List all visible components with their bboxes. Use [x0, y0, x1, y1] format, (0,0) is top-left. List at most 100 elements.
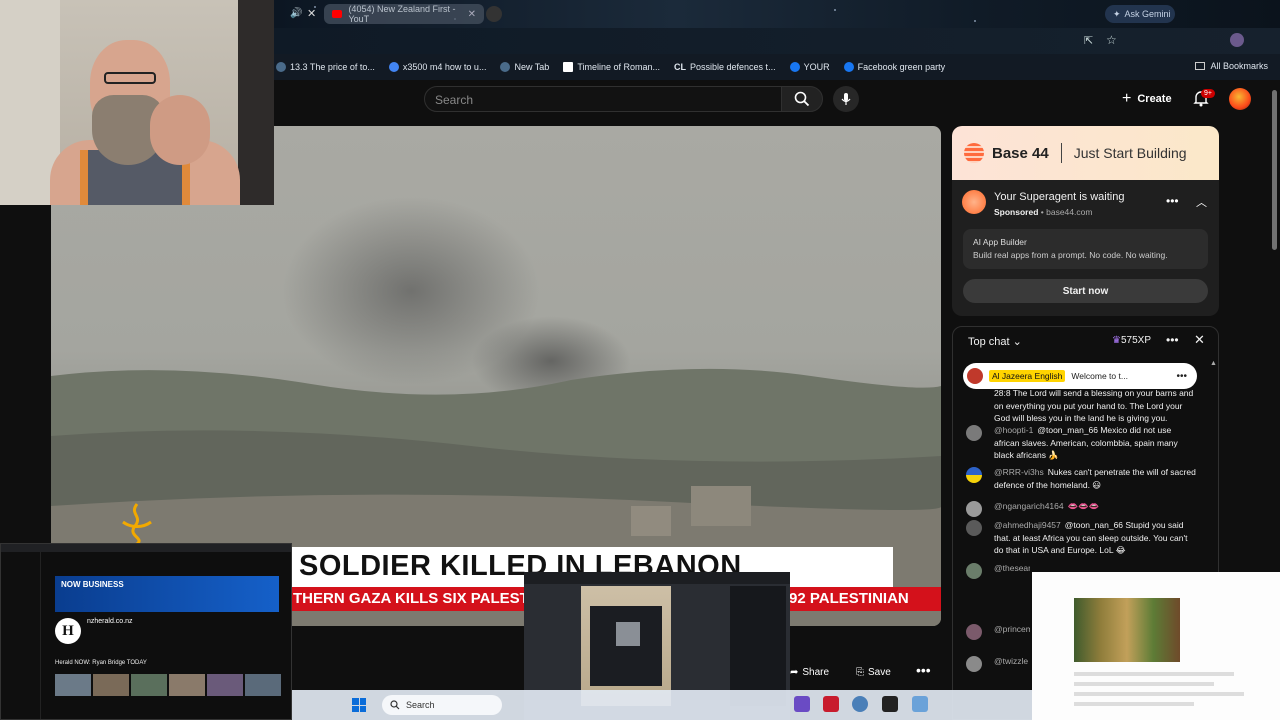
person-glasses: [104, 72, 156, 84]
install-app-icon[interactable]: ⇱: [1084, 34, 1093, 47]
bookmark-item[interactable]: Facebook green party: [843, 62, 945, 72]
webcam-overlay: [0, 0, 274, 205]
chat-mode-dropdown[interactable]: Top chat ⌄: [968, 335, 1022, 348]
bookmark-item[interactable]: Timeline of Roman...: [563, 62, 660, 72]
ad-more-icon[interactable]: •••: [1166, 194, 1179, 208]
video-thumbnail[interactable]: [169, 674, 205, 696]
settings-gear-icon[interactable]: [852, 696, 868, 712]
chat-author[interactable]: @ngangarich4164: [994, 501, 1064, 511]
ad-box-title: AI App Builder: [973, 237, 1027, 247]
more-actions-icon[interactable]: •••: [916, 662, 940, 682]
tab-close-icon[interactable]: ✕: [468, 9, 476, 20]
all-bookmarks-button[interactable]: All Bookmarks: [1195, 61, 1268, 71]
chat-author[interactable]: @twizzle: [994, 656, 1028, 666]
nzherald-window[interactable]: NOW BUSINESS H nzherald.co.nz Herald NOW…: [0, 543, 292, 720]
bookmark-item[interactable]: x3500 m4 how to u...: [388, 62, 486, 72]
video-thumbnail[interactable]: [131, 674, 167, 696]
search-icon: [390, 700, 400, 710]
base44-logo-icon: [964, 143, 984, 163]
collapse-chevron-icon[interactable]: ︿: [1196, 194, 1207, 210]
ad-banner[interactable]: Base 44 Just Start Building: [952, 126, 1219, 180]
ad-box-description: Build real apps from a prompt. No code. …: [973, 250, 1168, 260]
app-icon[interactable]: [794, 696, 810, 712]
ad-description-box: AI App Builder Build real apps from a pr…: [963, 229, 1208, 269]
cpu-socket: [616, 622, 640, 646]
chat-message: @princem: [966, 623, 1030, 640]
cl-icon: CL: [674, 62, 687, 72]
chat-avatar: [966, 467, 982, 483]
all-bookmarks-label: All Bookmarks: [1210, 61, 1268, 71]
chat-avatar: [966, 656, 982, 672]
ticker-text: THERN GAZA KILLS SIX PALESTI: [293, 590, 534, 607]
chat-author[interactable]: @theseam: [994, 563, 1030, 573]
ad-sponsored-line: Sponsored • base44.com: [994, 207, 1093, 217]
video-thumbnail[interactable]: [207, 674, 243, 696]
new-tab-button[interactable]: [486, 6, 502, 22]
banner-text: NOW BUSINESS: [61, 580, 124, 589]
webpage-window[interactable]: [1032, 572, 1280, 720]
ad-title[interactable]: Your Superagent is waiting: [994, 191, 1124, 203]
create-label: Create: [1137, 93, 1172, 105]
save-label: Save: [868, 666, 891, 678]
chat-more-icon[interactable]: •••: [1166, 333, 1179, 347]
pinned-more-icon[interactable]: •••: [1176, 371, 1187, 382]
wikipedia-icon: [563, 62, 574, 72]
windows-start-icon[interactable]: [352, 698, 366, 712]
close-tab-icon[interactable]: ✕: [307, 7, 316, 20]
bookmark-item[interactable]: YOUR: [789, 62, 830, 72]
share-button[interactable]: ➦ Share: [790, 662, 840, 682]
search-input[interactable]: Search: [424, 86, 782, 112]
xp-badge[interactable]: ♛575XP: [1112, 335, 1151, 346]
gemini-sparkle-icon: ✦: [1113, 8, 1121, 19]
save-button[interactable]: ⎘ Save: [856, 662, 906, 682]
create-button[interactable]: + Create: [1122, 88, 1172, 110]
voice-search-button[interactable]: [833, 86, 859, 112]
close-chat-icon[interactable]: ✕: [1194, 332, 1205, 348]
chat-avatar: [966, 501, 982, 517]
app-icon[interactable]: [882, 696, 898, 712]
search-button[interactable]: [781, 86, 823, 112]
gemini-label: Ask Gemini: [1124, 9, 1171, 19]
app-icon[interactable]: [823, 696, 839, 712]
facebook-icon: [789, 62, 800, 72]
page-scrollbar[interactable]: [1272, 90, 1277, 250]
bookmark-item[interactable]: CL Possible defences t...: [674, 62, 776, 72]
video-thumbnail[interactable]: [93, 674, 129, 696]
chat-message: 28:8 The Lord will send a blessing on yo…: [966, 387, 1196, 425]
bookmark-item[interactable]: New Tab: [500, 62, 549, 72]
profile-avatar[interactable]: [1230, 33, 1244, 47]
pinned-message[interactable]: Al Jazeera English Welcome to t... •••: [963, 363, 1197, 389]
chat-author[interactable]: @hoopti-1: [994, 425, 1033, 435]
al-jazeera-logo: [122, 503, 152, 546]
chat-message: @RRR-vi3hs Nukes can't penetrate the will…: [966, 466, 1196, 491]
video-thumbnail[interactable]: [245, 674, 281, 696]
ad-divider: [1060, 143, 1062, 163]
chat-message: @theseam: [966, 562, 1030, 579]
bookmark-item[interactable]: 13.3 The price of to...: [276, 62, 375, 72]
windows-taskbar: Search: [292, 690, 1032, 720]
bookmark-favicon-icon: [276, 62, 286, 72]
ad-tagline: Just Start Building: [1073, 145, 1187, 161]
bookmark-star-icon[interactable]: ☆: [1106, 33, 1117, 47]
video-thumbnail[interactable]: [55, 674, 91, 696]
account-avatar[interactable]: [1229, 88, 1251, 110]
app-icon[interactable]: [912, 696, 928, 712]
bookmark-icon: ⎘: [856, 666, 864, 678]
taskbar-search[interactable]: Search: [382, 695, 502, 715]
al-jazeera-avatar: [967, 368, 983, 384]
google-icon: [388, 62, 399, 72]
bookmark-label: Possible defences t...: [690, 62, 776, 72]
person-hand: [150, 95, 210, 165]
chat-author[interactable]: @RRR-vi3hs: [994, 467, 1044, 477]
bookmarks-bar: 13.3 The price of to... x3500 m4 how to …: [274, 54, 1280, 80]
tab-youtube[interactable]: (4054) New Zealand First - YouT ✕: [324, 4, 484, 24]
chat-author[interactable]: @ahmedhaji9457: [994, 520, 1061, 530]
chat-message: @twizzle: [966, 655, 1030, 672]
speaker-icon[interactable]: 🔊: [290, 8, 302, 19]
chat-author[interactable]: @princem: [994, 624, 1030, 634]
chat-scroll-up-icon[interactable]: ▲: [1210, 360, 1217, 367]
ad-start-now-button[interactable]: Start now: [963, 279, 1208, 303]
folder-icon: [1195, 62, 1206, 70]
gemini-button[interactable]: ✦ Ask Gemini: [1105, 5, 1175, 23]
chat-avatar: [966, 563, 982, 579]
